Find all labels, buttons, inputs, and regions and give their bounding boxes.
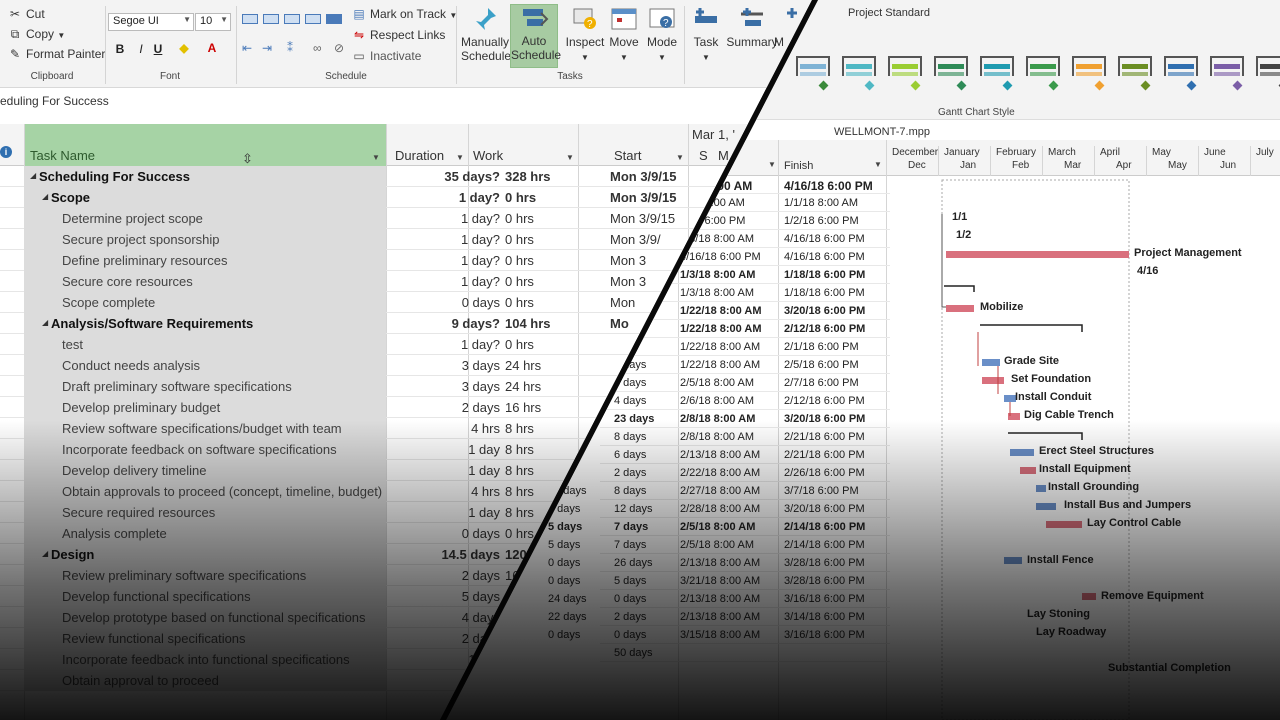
diagonal-divider xyxy=(440,0,818,720)
